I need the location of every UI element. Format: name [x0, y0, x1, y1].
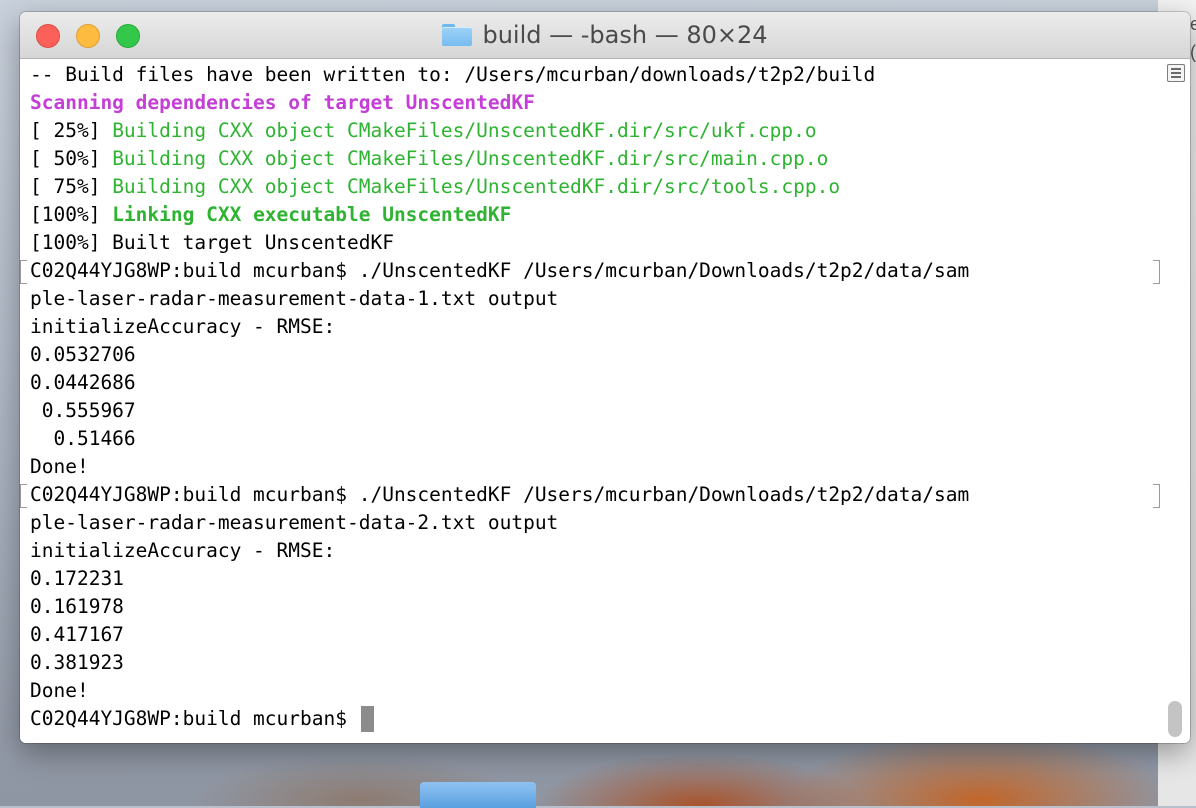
- terminal-line-text: 0.161978: [30, 595, 124, 618]
- terminal-line: Done!: [20, 453, 1162, 481]
- terminal-line-text: ple-laser-radar-measurement-data-2.txt o…: [30, 511, 559, 534]
- terminal-line-text: ple-laser-radar-measurement-data-1.txt o…: [30, 287, 559, 310]
- terminal-line-text: initializeAccuracy - RMSE:: [30, 539, 336, 562]
- prompt-line[interactable]: C02Q44YJG8WP:build mcurban$: [20, 705, 1162, 733]
- title-bar[interactable]: build — -bash — 80×24: [20, 12, 1190, 59]
- folder-icon: [442, 24, 473, 46]
- terminal-line: 0.51466: [20, 425, 1162, 453]
- terminal-line: C02Q44YJG8WP:build mcurban$ ./UnscentedK…: [20, 257, 1162, 285]
- dock-item[interactable]: [420, 782, 536, 808]
- terminal-window: build — -bash — 80×24 -- Build files hav…: [20, 12, 1190, 743]
- terminal-line-text: 0.555967: [30, 399, 136, 422]
- terminal-line: [100%] Linking CXX executable UnscentedK…: [20, 201, 1162, 229]
- line-wrap-marker-right: [1153, 484, 1160, 508]
- line-wrap-marker-left: [20, 484, 27, 508]
- terminal-line: -- Build files have been written to: /Us…: [20, 61, 1162, 89]
- terminal-line: 0.0442686: [20, 369, 1162, 397]
- terminal-line: ple-laser-radar-measurement-data-1.txt o…: [20, 285, 1162, 313]
- progress-prefix: [ 25%]: [30, 119, 113, 142]
- terminal-line-text: [100%] Built target UnscentedKF: [30, 231, 394, 254]
- window-title-text: build — -bash — 80×24: [482, 21, 768, 49]
- terminal-line: Scanning dependencies of target Unscente…: [20, 89, 1162, 117]
- terminal-line: C02Q44YJG8WP:build mcurban$ ./UnscentedK…: [20, 481, 1162, 509]
- terminal-line: 0.381923: [20, 649, 1162, 677]
- text-cursor: [360, 705, 374, 732]
- terminal-line: initializeAccuracy - RMSE:: [20, 537, 1162, 565]
- terminal-line: [ 75%] Building CXX object CMakeFiles/Un…: [20, 173, 1162, 201]
- terminal-line: [ 25%] Building CXX object CMakeFiles/Un…: [20, 117, 1162, 145]
- terminal-line: 0.172231: [20, 565, 1162, 593]
- scroll-gutter[interactable]: [1162, 59, 1190, 743]
- terminal-line: [ 50%] Building CXX object CMakeFiles/Un…: [20, 145, 1162, 173]
- scrollbar-thumb[interactable]: [1168, 701, 1182, 737]
- terminal-line-text: 0.381923: [30, 651, 124, 674]
- progress-prefix: [100%]: [30, 203, 113, 226]
- window-title: build — -bash — 80×24: [20, 12, 1190, 58]
- terminal-line: 0.161978: [20, 593, 1162, 621]
- terminal-line-text: Done!: [30, 455, 89, 478]
- terminal-line-text: -- Build files have been written to: /Us…: [30, 63, 876, 86]
- terminal-line: 0.417167: [20, 621, 1162, 649]
- terminal-line-text: 0.172231: [30, 567, 124, 590]
- shell-prompt: C02Q44YJG8WP:build mcurban$: [30, 707, 359, 730]
- terminal-line-text: 0.0532706: [30, 343, 136, 366]
- terminal-line: initializeAccuracy - RMSE:: [20, 313, 1162, 341]
- terminal-line-text: Building CXX object CMakeFiles/Unscented…: [112, 119, 817, 142]
- terminal-line: Done!: [20, 677, 1162, 705]
- line-wrap-marker-left: [20, 260, 27, 284]
- terminal-line-text: Linking CXX executable UnscentedKF: [112, 203, 512, 226]
- terminal-line-text: initializeAccuracy - RMSE:: [30, 315, 336, 338]
- terminal-line: [100%] Built target UnscentedKF: [20, 229, 1162, 257]
- progress-prefix: [ 50%]: [30, 147, 113, 170]
- terminal-line-text: Done!: [30, 679, 89, 702]
- terminal-line: 0.555967: [20, 397, 1162, 425]
- progress-prefix: [ 75%]: [30, 175, 113, 198]
- line-wrap-marker-right: [1153, 260, 1160, 284]
- terminal-output[interactable]: -- Build files have been written to: /Us…: [20, 59, 1162, 743]
- terminal-line-text: Building CXX object CMakeFiles/Unscented…: [112, 175, 841, 198]
- terminal-line-text: Scanning dependencies of target Unscente…: [30, 91, 535, 114]
- terminal-menu-icon[interactable]: [1167, 64, 1185, 82]
- terminal-line-text: Building CXX object CMakeFiles/Unscented…: [112, 147, 829, 170]
- terminal-line-text: 0.417167: [30, 623, 124, 646]
- terminal-line-text: 0.0442686: [30, 371, 136, 394]
- terminal-line-text: C02Q44YJG8WP:build mcurban$ ./UnscentedK…: [30, 483, 970, 506]
- terminal-line: ple-laser-radar-measurement-data-2.txt o…: [20, 509, 1162, 537]
- background-window-text: e (: [1190, 14, 1196, 62]
- terminal-line: 0.0532706: [20, 341, 1162, 369]
- terminal-line-text: C02Q44YJG8WP:build mcurban$ ./UnscentedK…: [30, 259, 970, 282]
- terminal-line-text: 0.51466: [30, 427, 136, 450]
